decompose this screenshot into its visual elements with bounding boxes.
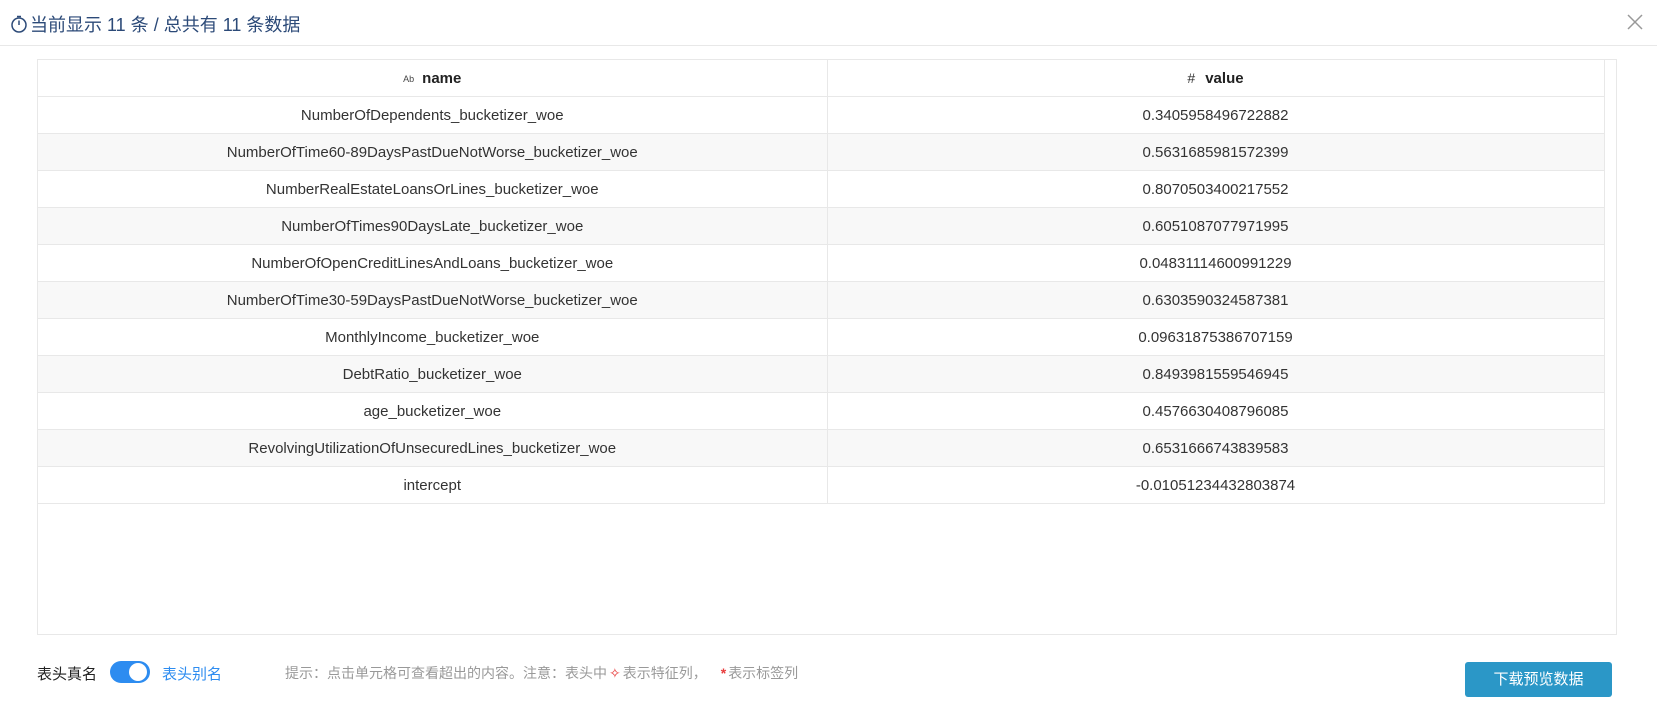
header-name-toggle[interactable] [110, 661, 150, 683]
cell-value[interactable]: 0.09631875386707159 [827, 318, 1605, 356]
close-icon[interactable] [1625, 12, 1645, 32]
column-header-label: name [422, 69, 462, 87]
cell-name[interactable]: NumberOfTime30-59DaysPastDueNotWorse_buc… [38, 281, 828, 319]
hint-label-text: 表示标签列 [728, 665, 799, 681]
toggle-knob [129, 663, 147, 681]
cell-name[interactable]: RevolvingUtilizationOfUnsecuredLines_buc… [38, 429, 828, 467]
cell-value[interactable]: 0.6303590324587381 [827, 281, 1605, 319]
cell-value[interactable]: 0.4576630408796085 [827, 392, 1605, 430]
cell-name[interactable]: DebtRatio_bucketizer_woe [38, 355, 828, 393]
data-preview-table: Ab name # value NumberOfDependents_bucketi… [38, 60, 1605, 504]
cell-name[interactable]: NumberOfDependents_bucketizer_woe [38, 96, 828, 134]
table-row: NumberOfTimes90DaysLate_bucketizer_woe 0.… [38, 207, 1605, 245]
header-real-name-label: 表头真名 [37, 666, 98, 683]
cell-value[interactable]: 0.6051087077971995 [827, 207, 1605, 245]
cell-name[interactable]: age_bucketizer_woe [38, 392, 828, 430]
cell-name[interactable]: NumberOfTime60-89DaysPastDueNotWorse_buc… [38, 133, 828, 171]
table-row: age_bucketizer_woe 0.4576630408796085 [38, 392, 1605, 430]
table-row: RevolvingUtilizationOfUnsecuredLines_buc… [38, 429, 1605, 467]
number-type-icon: # [1187, 69, 1196, 86]
label-column-star-icon: * [720, 665, 727, 681]
header-alias-label[interactable]: 表头别名 [162, 663, 222, 684]
table-row: intercept -0.01051234432803874 [38, 466, 1605, 504]
dialog-title: 当前显示 11 条 / 总共有 11 条数据 [10, 11, 300, 37]
table-row: DebtRatio_bucketizer_woe 0.84939815595469… [38, 355, 1605, 393]
text-type-icon: Ab [403, 73, 415, 84]
cell-value[interactable]: 0.6531666743839583 [827, 429, 1605, 467]
cell-value[interactable]: 0.04831114600991229 [827, 244, 1605, 282]
cell-name[interactable]: NumberRealEstateLoansOrLines_bucketizer_… [38, 170, 828, 208]
cell-value[interactable]: 0.8070503400217552 [827, 170, 1605, 208]
column-header-name[interactable]: Ab name [38, 60, 828, 97]
cell-value[interactable]: -0.01051234432803874 [827, 466, 1605, 504]
dialog-header: 当前显示 11 条 / 总共有 11 条数据 [0, 0, 1657, 46]
title-text: 当前显示 11 条 / 总共有 11 条数据 [30, 15, 301, 35]
cell-name[interactable]: NumberOfOpenCreditLinesAndLoans_bucketiz… [38, 244, 828, 282]
timer-icon [11, 15, 27, 33]
hint-text: 提示：点击单元格可查看超出的内容。注意：表头中 ✧ 表示特征列， * 表示标签列 [285, 663, 798, 683]
table-row: NumberOfTime60-89DaysPastDueNotWorse_buc… [38, 133, 1605, 171]
hint-feature-text: 表示特征列， [622, 665, 707, 681]
table-row: NumberOfDependents_bucketizer_woe 0.34059… [38, 96, 1605, 134]
dialog-footer: 表头真名 表头别名 提示：点击单元格可查看超出的内容。注意：表头中 ✧ 表示特征… [0, 640, 1657, 700]
table-row: NumberOfTime30-59DaysPastDueNotWorse_buc… [38, 281, 1605, 319]
table-row: MonthlyIncome_bucketizer_woe 0.0963187538… [38, 318, 1605, 356]
hint-prefix: 提示：点击单元格可查看超出的内容。注意：表头中 [285, 665, 607, 681]
column-header-value[interactable]: # value [827, 60, 1605, 97]
table-row: NumberRealEstateLoansOrLines_bucketizer_… [38, 170, 1605, 208]
download-preview-button[interactable]: 下载预览数据 [1465, 662, 1612, 697]
feature-column-icon: ✧ [609, 664, 621, 681]
cell-name[interactable]: MonthlyIncome_bucketizer_woe [38, 318, 828, 356]
cell-name[interactable]: NumberOfTimes90DaysLate_bucketizer_woe [38, 207, 828, 245]
table-row: NumberOfOpenCreditLinesAndLoans_bucketiz… [38, 244, 1605, 282]
cell-value[interactable]: 0.8493981559546945 [827, 355, 1605, 393]
cell-value[interactable]: 0.3405958496722882 [827, 96, 1605, 134]
table-header-row: Ab name # value [38, 60, 1605, 97]
data-preview-table-container[interactable]: Ab name # value NumberOfDependents_bucketi… [37, 59, 1617, 635]
column-header-label: value [1205, 69, 1244, 87]
cell-name[interactable]: intercept [38, 466, 828, 504]
cell-value[interactable]: 0.5631685981572399 [827, 133, 1605, 171]
